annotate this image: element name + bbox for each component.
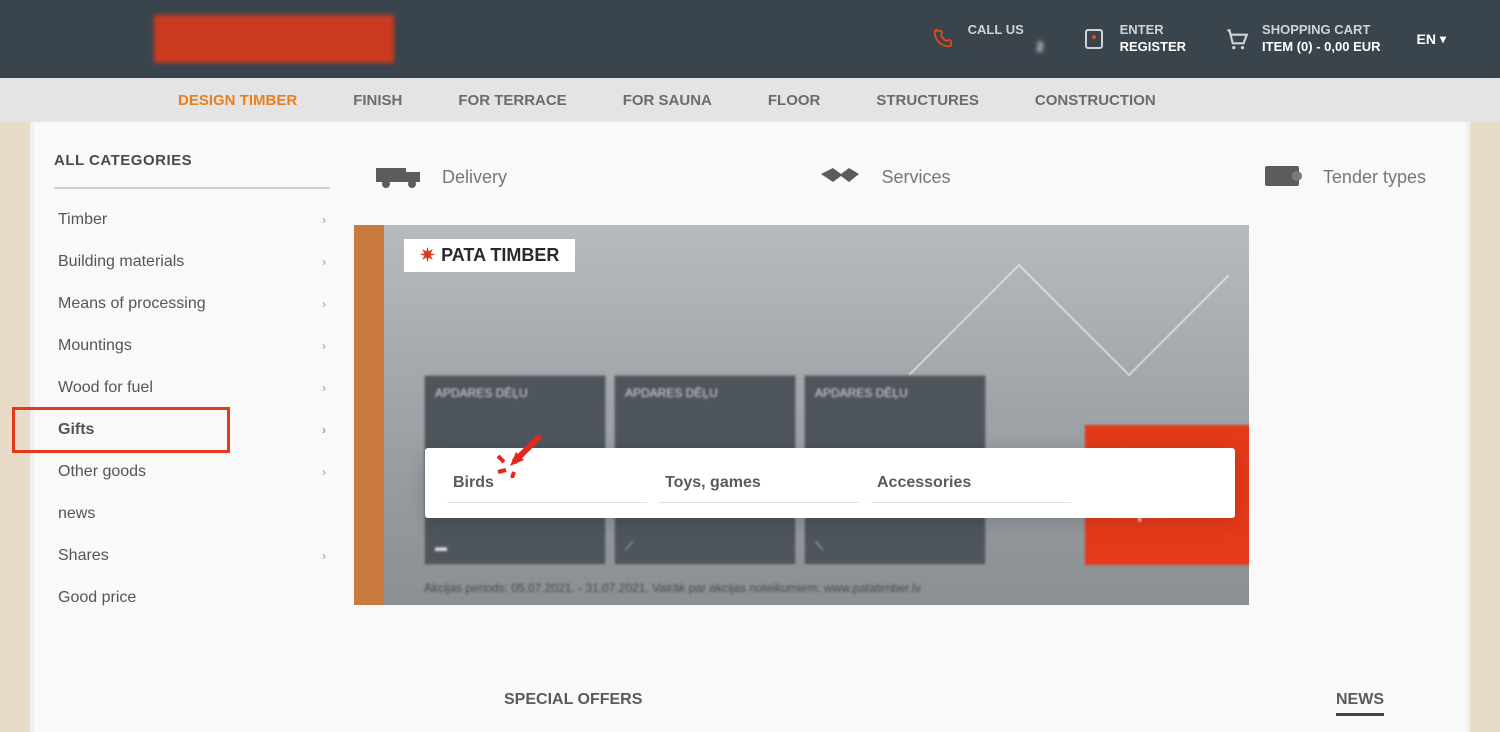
brand-mark-icon: ✷ [420, 245, 435, 266]
chevron-right-icon: › [322, 297, 326, 311]
register-label: REGISTER [1120, 39, 1186, 56]
cart-icon [1222, 25, 1250, 53]
cat-label: news [58, 505, 95, 523]
cat-news[interactable]: news [54, 493, 330, 535]
cat-label: Timber [58, 211, 107, 229]
language-value: EN [1417, 31, 1436, 47]
cat-means-of-processing[interactable]: Means of processing › [54, 283, 330, 325]
cat-good-price[interactable]: Good price [54, 577, 330, 619]
info-row: Delivery Services Tender types [354, 152, 1446, 225]
info-label: Services [881, 167, 950, 188]
banner-brand-badge: ✷ PATA TIMBER [404, 239, 575, 272]
truck-icon [374, 160, 424, 195]
chevron-right-icon: › [322, 465, 326, 479]
flyout-toys-games[interactable]: Toys, games [659, 464, 859, 503]
cat-label: Building materials [58, 253, 184, 271]
top-actions: CALL US xxxxxxxxx 2 ENTER REGISTER SHOPP… [928, 22, 1446, 56]
info-label: Tender types [1323, 167, 1426, 188]
nav-construction[interactable]: CONSTRUCTION [1007, 92, 1184, 109]
main-content: Delivery Services Tender types ✷ PATA TI… [354, 152, 1446, 732]
chevron-right-icon: › [322, 381, 326, 395]
cat-other-goods[interactable]: Other goods › [54, 451, 330, 493]
cat-label: Other goods [58, 463, 146, 481]
card-icon [1261, 160, 1305, 195]
hero-banner[interactable]: ✷ PATA TIMBER APDARES DĒĻU▬ APDARES DĒĻU… [354, 225, 1249, 605]
nav-design-timber[interactable]: DESIGN TIMBER [150, 92, 325, 109]
nav-floor[interactable]: FLOOR [740, 92, 849, 109]
chevron-down-icon: ▾ [1440, 32, 1446, 46]
cart-value: ITEM (0) - 0,00 EUR [1262, 39, 1380, 56]
flyout-accessories[interactable]: Accessories [871, 464, 1071, 503]
flyout-birds[interactable]: Birds [447, 464, 647, 503]
chevron-right-icon: › [322, 549, 326, 563]
category-sidebar: ALL CATEGORIES Timber › Building materia… [54, 152, 354, 732]
banner-brand-text: PATA TIMBER [441, 245, 559, 266]
nav-for-sauna[interactable]: FOR SAUNA [595, 92, 740, 109]
cat-gifts[interactable]: Gifts › [54, 409, 330, 451]
cat-timber[interactable]: Timber › [54, 199, 330, 241]
tab-special-offers[interactable]: SPECIAL OFFERS [504, 691, 642, 716]
enter-label: ENTER [1120, 22, 1186, 39]
chevron-right-icon: › [322, 213, 326, 227]
top-header-bar: CALL US xxxxxxxxx 2 ENTER REGISTER SHOPP… [0, 0, 1500, 78]
chevron-right-icon: › [322, 255, 326, 269]
nav-structures[interactable]: STRUCTURES [848, 92, 1007, 109]
call-us-block[interactable]: CALL US xxxxxxxxx 2 [928, 22, 1044, 56]
gifts-submenu-flyout: Birds Toys, games Accessories [425, 448, 1235, 518]
cart-label: SHOPPING CART [1262, 22, 1380, 39]
page-body: ALL CATEGORIES Timber › Building materia… [34, 122, 1466, 732]
info-label: Delivery [442, 167, 507, 188]
chevron-right-icon: › [322, 423, 326, 437]
info-tender[interactable]: Tender types [1261, 160, 1426, 195]
phone-icon [928, 25, 956, 53]
all-categories-title: ALL CATEGORIES [54, 152, 330, 189]
highlight-rectangle [12, 407, 230, 453]
person-login-icon [1080, 25, 1108, 53]
chevron-right-icon: › [322, 339, 326, 353]
cat-wood-for-fuel[interactable]: Wood for fuel › [54, 367, 330, 409]
call-us-number: xxxxxxxxx 2 [968, 39, 1044, 56]
nav-for-terrace[interactable]: FOR TERRACE [430, 92, 594, 109]
cat-label: Shares [58, 547, 109, 565]
main-nav-bar: DESIGN TIMBER FINISH FOR TERRACE FOR SAU… [0, 78, 1500, 122]
cat-mountings[interactable]: Mountings › [54, 325, 330, 367]
tab-news[interactable]: NEWS [1336, 691, 1384, 716]
info-services[interactable]: Services [817, 160, 950, 195]
shopping-cart-block[interactable]: SHOPPING CART ITEM (0) - 0,00 EUR [1222, 22, 1380, 56]
cat-shares[interactable]: Shares › [54, 535, 330, 577]
cat-building-materials[interactable]: Building materials › [54, 241, 330, 283]
enter-register-block[interactable]: ENTER REGISTER [1080, 22, 1186, 56]
bottom-section-tabs: SPECIAL OFFERS NEWS [504, 691, 1384, 716]
cat-label: Mountings [58, 337, 132, 355]
language-selector[interactable]: EN ▾ [1417, 31, 1446, 47]
cat-label: Good price [58, 589, 136, 607]
nav-finish[interactable]: FINISH [325, 92, 430, 109]
call-us-label: CALL US [968, 22, 1044, 39]
cat-label: Gifts [58, 421, 94, 439]
logo-redacted [154, 15, 394, 63]
cat-label: Wood for fuel [58, 379, 153, 397]
banner-disclaimer: Akcijas periods: 05.07.2021. - 31.07.202… [424, 581, 921, 595]
info-delivery[interactable]: Delivery [374, 160, 507, 195]
handshake-icon [817, 160, 863, 195]
cat-label: Means of processing [58, 295, 206, 313]
